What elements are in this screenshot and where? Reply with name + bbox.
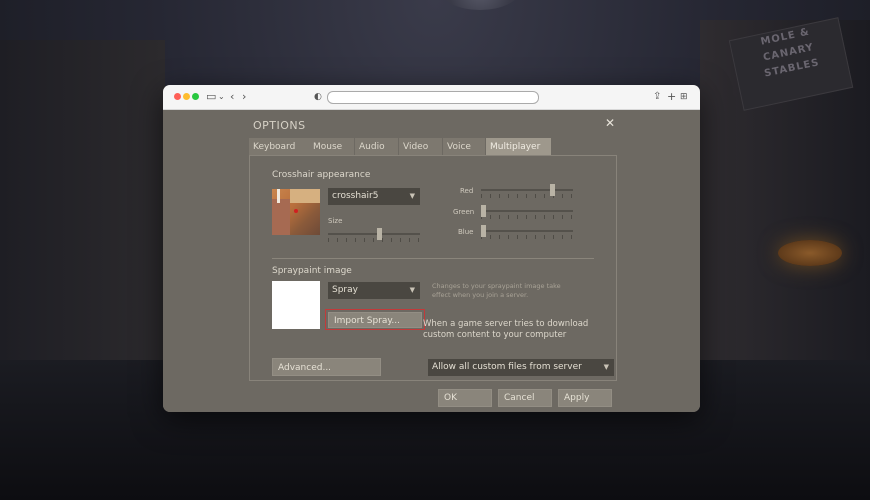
preview-wall	[272, 199, 290, 235]
address-bar[interactable]	[327, 91, 539, 104]
maximize-window-button[interactable]	[192, 93, 199, 100]
tab-overview-icon[interactable]: ⊞	[680, 89, 688, 105]
sidebar-icon[interactable]: ▭	[206, 89, 216, 105]
tab-voice[interactable]: Voice	[443, 138, 485, 155]
tab-audio[interactable]: Audio	[355, 138, 398, 155]
blue-slider-thumb[interactable]	[480, 225, 486, 237]
cancel-button[interactable]: Cancel	[498, 389, 552, 407]
pumpkin	[778, 240, 842, 266]
red-slider-thumb[interactable]	[549, 184, 555, 196]
share-icon[interactable]: ⇪	[653, 89, 661, 105]
green-slider-thumb[interactable]	[480, 205, 486, 217]
spray-preview	[272, 281, 320, 329]
custom-content-select-value: Allow all custom files from server	[432, 362, 582, 372]
import-spray-button[interactable]: Import Spray...	[328, 312, 422, 328]
crosshair-select[interactable]: crosshair5 ▼	[328, 188, 420, 205]
custom-content-text-line2: custom content to your computer	[423, 330, 567, 340]
size-label: Size	[328, 217, 343, 225]
red-label: Red	[460, 187, 474, 195]
advanced-button[interactable]: Advanced...	[272, 358, 381, 376]
chevron-down-icon[interactable]: ⌄	[218, 89, 225, 105]
preview-post	[277, 189, 280, 203]
browser-toolbar: ▭ ⌄ ‹ › ◐ ⇪ + ⊞	[163, 85, 700, 110]
apply-button[interactable]: Apply	[558, 389, 612, 407]
chevron-down-icon: ▼	[603, 363, 609, 371]
back-icon[interactable]: ‹	[230, 89, 234, 105]
options-dialog: OPTIONS ✕ Keyboard Mouse Audio Video Voi…	[163, 110, 700, 412]
spray-hint: Changes to your spraypaint image take ef…	[432, 282, 561, 299]
section-divider	[272, 258, 594, 259]
blue-label: Blue	[458, 228, 474, 236]
tab-mouse[interactable]: Mouse	[309, 138, 354, 155]
close-window-button[interactable]	[174, 93, 181, 100]
chevron-down-icon: ▼	[409, 192, 415, 200]
blue-slider[interactable]	[480, 225, 573, 243]
ok-button[interactable]: OK	[438, 389, 492, 407]
crosshair-preview	[272, 189, 320, 235]
size-slider[interactable]	[328, 228, 420, 246]
crosshair-heading: Crosshair appearance	[272, 170, 371, 180]
spray-select-value: Spray	[332, 285, 358, 295]
close-icon[interactable]: ✕	[605, 116, 615, 130]
browser-window: ▭ ⌄ ‹ › ◐ ⇪ + ⊞ OPTIONS ✕ Keyboard Mouse…	[163, 85, 700, 412]
spray-select[interactable]: Spray ▼	[328, 282, 420, 299]
green-label: Green	[453, 208, 475, 216]
custom-content-text-line1: When a game server tries to download	[423, 319, 589, 329]
minimize-window-button[interactable]	[183, 93, 190, 100]
dialog-title: OPTIONS	[253, 119, 306, 132]
custom-content-select[interactable]: Allow all custom files from server ▼	[428, 359, 614, 376]
tab-keyboard[interactable]: Keyboard	[249, 138, 309, 155]
privacy-shield-icon: ◐	[314, 92, 322, 102]
forward-icon[interactable]: ›	[242, 89, 246, 105]
tab-multiplayer[interactable]: Multiplayer	[486, 138, 551, 156]
chevron-down-icon: ▼	[409, 286, 415, 294]
green-slider[interactable]	[480, 205, 573, 223]
moon	[440, 0, 520, 10]
tab-video[interactable]: Video	[399, 138, 442, 155]
crosshair-select-value: crosshair5	[332, 191, 379, 201]
background-building-left	[0, 40, 165, 370]
multiplayer-panel: Crosshair appearance crosshair5 ▼ Size R…	[249, 155, 617, 381]
red-slider[interactable]	[481, 184, 573, 202]
size-slider-thumb[interactable]	[376, 228, 382, 240]
preview-sky	[290, 189, 320, 203]
crosshair-dot	[294, 209, 298, 213]
spray-heading: Spraypaint image	[272, 266, 352, 276]
new-tab-icon[interactable]: +	[667, 89, 676, 105]
